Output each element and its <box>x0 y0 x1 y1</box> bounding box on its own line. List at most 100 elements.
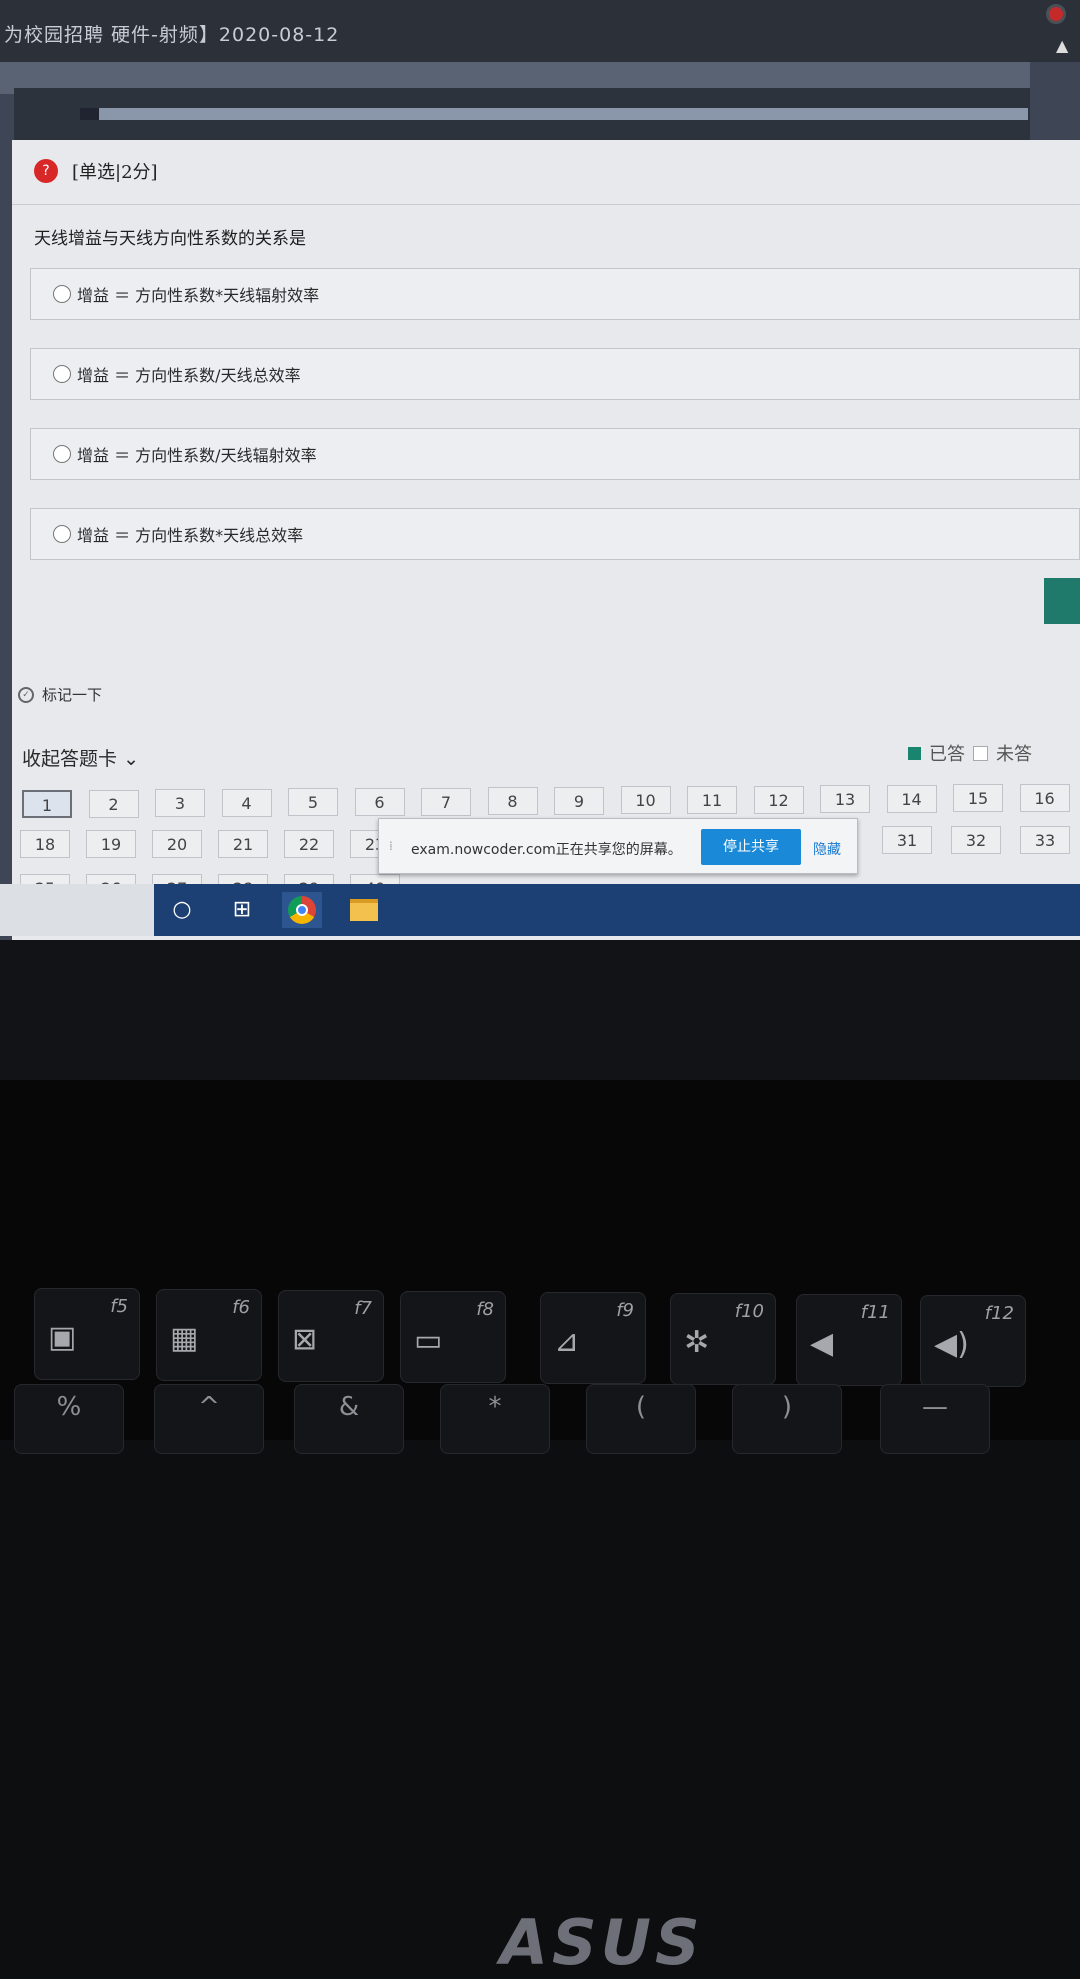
divider <box>12 204 1080 205</box>
record-indicator-icon <box>1046 4 1066 24</box>
unanswered-swatch <box>973 745 988 761</box>
question-number-20[interactable]: 20 <box>152 830 202 858</box>
key-f7[interactable]: f7 ⊠ <box>278 1290 384 1382</box>
option-d-label: 增益 ＝ 方向性系数*天线总效率 <box>77 526 304 545</box>
question-number-12[interactable]: 12 <box>753 785 804 814</box>
question-number-14[interactable]: 14 <box>886 784 937 813</box>
question-help-icon: ? <box>34 159 58 183</box>
question-number-21[interactable]: 21 <box>218 830 268 858</box>
volume-up-icon: ◀) <box>934 1327 969 1362</box>
option-c-label: 增益 ＝ 方向性系数/天线辐射效率 <box>77 446 317 465</box>
folder-icon <box>350 899 378 921</box>
mouse-cursor-icon: ▲ <box>1056 36 1069 55</box>
window-titlebar: 为校园招聘 硬件-射频】2020-08-12 ▲ <box>0 0 1080 62</box>
key-label: f7 <box>354 1298 372 1319</box>
key-f8[interactable]: f8 ▭ <box>400 1291 506 1383</box>
key-f10[interactable]: f10 ✲ <box>670 1293 776 1385</box>
option-d[interactable]: 增益 ＝ 方向性系数*天线总效率 <box>30 508 1080 560</box>
key-f5[interactable]: f5 ▣ <box>34 1288 140 1380</box>
touchpad-off-icon: ⊠ <box>292 1322 318 1357</box>
key-symbol[interactable]: * <box>440 1384 550 1454</box>
question-number-32[interactable]: 32 <box>951 826 1001 854</box>
laptop-bezel: ASUS <box>0 940 1080 1979</box>
question-number-7[interactable]: 7 <box>421 787 471 816</box>
question-number-8[interactable]: 8 <box>487 787 538 816</box>
exam-progress-bar <box>80 108 1028 120</box>
search-circle-icon[interactable]: ○ <box>162 892 202 928</box>
key-label: f6 <box>232 1297 250 1318</box>
question-number-22[interactable]: 22 <box>284 830 334 858</box>
question-number-9[interactable]: 9 <box>554 786 604 815</box>
key-f12[interactable]: f12 ◀) <box>920 1295 1026 1387</box>
question-number-16[interactable]: 16 <box>1019 784 1070 812</box>
unanswered-label: 未答 <box>996 744 1032 765</box>
option-b-radio[interactable] <box>53 365 71 383</box>
laptop-screen: 为校园招聘 硬件-射频】2020-08-12 ▲ ◙ ? [单选|2分] 天线增… <box>0 0 1080 940</box>
option-d-radio[interactable] <box>53 525 71 543</box>
answered-swatch <box>908 746 921 760</box>
option-a-radio[interactable] <box>53 285 71 303</box>
key-symbol[interactable]: — <box>880 1384 990 1454</box>
drag-handle-icon[interactable]: ⁞ <box>389 839 393 853</box>
task-view-icon[interactable]: ⊞ <box>222 892 262 928</box>
question-number-10[interactable]: 10 <box>620 786 671 815</box>
windows-taskbar: ○ ⊞ <box>154 884 1080 936</box>
taskbar-left <box>0 884 154 936</box>
key-symbol[interactable]: ) <box>732 1384 842 1454</box>
key-label: f8 <box>476 1299 494 1320</box>
question-number-33[interactable]: 33 <box>1020 826 1070 854</box>
key-label: f12 <box>984 1303 1014 1324</box>
volume-down-icon: ◀ <box>810 1326 834 1361</box>
key-symbol[interactable]: & <box>294 1384 404 1454</box>
question-number-1[interactable]: 1 <box>22 790 72 818</box>
question-number-3[interactable]: 3 <box>155 789 205 818</box>
question-number-5[interactable]: 5 <box>288 788 338 817</box>
question-number-31[interactable]: 31 <box>882 826 932 854</box>
hide-share-bar-link[interactable]: 隐藏 <box>813 839 841 859</box>
option-a[interactable]: 增益 ＝ 方向性系数*天线辐射效率 <box>30 268 1080 320</box>
question-number-13[interactable]: 13 <box>820 785 870 814</box>
question-text: 天线增益与天线方向性系数的关系是 <box>34 229 306 249</box>
option-c[interactable]: 增益 ＝ 方向性系数/天线辐射效率 <box>30 428 1080 480</box>
collapse-answer-card-button[interactable]: 收起答题卡 ⌄ <box>22 744 139 771</box>
question-number-6[interactable]: 6 <box>354 788 405 816</box>
key-label: f10 <box>734 1301 764 1322</box>
file-explorer-button[interactable] <box>344 892 384 928</box>
chrome-taskbar-button[interactable] <box>282 892 322 928</box>
option-b-label: 增益 ＝ 方向性系数/天线总效率 <box>77 366 301 385</box>
screen-share-bar: ⁞ exam.nowcoder.com正在共享您的屏幕。 停止共享 隐藏 <box>378 818 858 874</box>
key-f9[interactable]: f9 ⊿ <box>540 1292 646 1384</box>
window-title: 为校园招聘 硬件-射频】2020-08-12 <box>4 24 340 46</box>
key-symbol[interactable]: ^ <box>154 1384 264 1454</box>
question-number-18[interactable]: 18 <box>20 830 70 858</box>
question-number-15[interactable]: 15 <box>953 784 1003 813</box>
key-f11[interactable]: f11 ◀ <box>796 1294 902 1386</box>
option-c-radio[interactable] <box>53 445 71 463</box>
question-number-2[interactable]: 2 <box>88 789 139 818</box>
question-number-19[interactable]: 19 <box>86 830 136 858</box>
option-a-label: 增益 ＝ 方向性系数*天线辐射效率 <box>77 286 320 305</box>
display-mode-icon: ▦ <box>170 1321 199 1356</box>
exam-progress-fill <box>80 108 99 120</box>
collapse-label: 收起答题卡 <box>22 748 118 770</box>
keyboard: f5 ▣ f6 ▦ f7 ⊠ f8 ▭ f9 ⊿ f10 ✲ f11 ◀ f12 ◀)% ^ & * () — <box>0 1080 1080 1454</box>
share-message: exam.nowcoder.com正在共享您的屏幕。 <box>411 842 682 858</box>
key-symbol[interactable]: % <box>14 1384 124 1454</box>
question-number-11[interactable]: 11 <box>687 786 737 814</box>
chevron-down-icon: ⌄ <box>123 748 139 770</box>
display-icon: ▣ <box>48 1320 77 1355</box>
mark-question-toggle[interactable]: ✓ 标记一下 <box>18 684 102 705</box>
stop-sharing-button[interactable]: 停止共享 <box>701 829 801 865</box>
question-number-4[interactable]: 4 <box>221 788 272 817</box>
next-question-button[interactable] <box>1044 578 1080 624</box>
mark-label: 标记一下 <box>42 686 103 704</box>
question-header: ? [单选|2分] <box>34 158 158 184</box>
key-label: f5 <box>110 1296 128 1317</box>
brand-logo: ASUS <box>500 1906 704 1979</box>
key-symbol[interactable]: ( <box>586 1384 696 1454</box>
mute-icon: ✲ <box>684 1325 710 1360</box>
key-label: f11 <box>860 1302 890 1323</box>
key-f6[interactable]: f6 ▦ <box>156 1289 262 1381</box>
key-label: f9 <box>616 1300 634 1321</box>
option-b[interactable]: 增益 ＝ 方向性系数/天线总效率 <box>30 348 1080 400</box>
